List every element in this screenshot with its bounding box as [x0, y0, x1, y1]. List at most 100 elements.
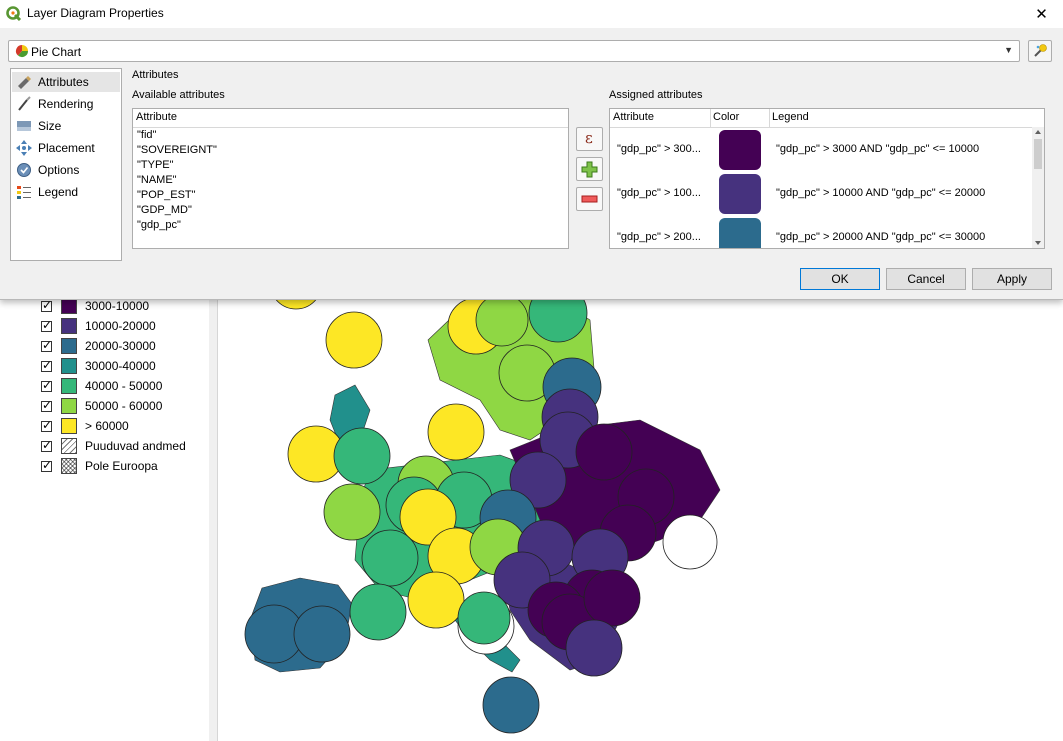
- column-divider: [769, 109, 770, 127]
- legend-checkbox[interactable]: [41, 298, 52, 312]
- column-divider: [710, 109, 711, 127]
- legend-checkbox[interactable]: [41, 378, 52, 392]
- table-row[interactable]: "gdp_pc" > 100... "gdp_pc" > 10000 AND "…: [610, 172, 1032, 216]
- expression-button[interactable]: ε: [576, 127, 603, 151]
- legend-swatch: [61, 338, 77, 354]
- list-item[interactable]: "GDP_MD": [137, 204, 192, 216]
- legend-checkbox[interactable]: [41, 418, 52, 432]
- legend-label: > 60000: [85, 419, 129, 433]
- attribute-expression[interactable]: "gdp_pc" > 100...: [617, 187, 701, 199]
- minus-icon: [581, 195, 598, 203]
- legend-item[interactable]: 20000-30000: [41, 337, 156, 355]
- brush-icon: [18, 96, 31, 111]
- legend-item[interactable]: Puuduvad andmed: [41, 437, 186, 455]
- legend-text[interactable]: "gdp_pc" > 10000 AND "gdp_pc" <= 20000: [776, 187, 985, 199]
- legend-label: 3000-10000: [85, 299, 150, 313]
- add-attribute-button[interactable]: [576, 157, 603, 181]
- legend-item[interactable]: 50000 - 60000: [41, 397, 162, 415]
- legend-label: Puuduvad andmed: [85, 439, 186, 453]
- legend-item[interactable]: > 60000: [41, 417, 129, 435]
- cancel-button[interactable]: Cancel: [886, 268, 966, 290]
- list-item[interactable]: "NAME": [137, 174, 177, 186]
- legend-label: 20000-30000: [85, 339, 156, 353]
- assigned-attributes-table[interactable]: Attribute Color Legend "gdp_pc" > 300...…: [609, 108, 1045, 249]
- placement-icon: [16, 140, 32, 156]
- list-item[interactable]: "SOVEREIGNT": [137, 144, 217, 156]
- section-label: Size: [38, 119, 62, 133]
- legend-checkbox[interactable]: [41, 438, 52, 452]
- assigned-table-scrollbar[interactable]: [1032, 127, 1044, 248]
- section-legend[interactable]: Legend: [12, 182, 120, 202]
- table-row[interactable]: "gdp_pc" > 200... "gdp_pc" > 20000 AND "…: [610, 216, 1032, 248]
- diagram-type-value: Pie Chart: [31, 45, 82, 59]
- pie-chart-icon: [15, 44, 29, 58]
- list-item[interactable]: "TYPE": [137, 159, 174, 171]
- legend-swatch: [61, 298, 77, 314]
- available-attributes-label: Available attributes: [132, 89, 225, 101]
- section-attributes[interactable]: Attributes: [12, 72, 120, 92]
- section-size[interactable]: Size: [12, 116, 120, 136]
- section-rendering[interactable]: Rendering: [12, 94, 120, 114]
- list-item[interactable]: "gdp_pc": [137, 219, 181, 231]
- remove-attribute-button[interactable]: [576, 187, 603, 211]
- color-swatch[interactable]: [719, 218, 761, 248]
- close-button[interactable]: ✕: [1020, 0, 1063, 28]
- dialog-titlebar[interactable]: Layer Diagram Properties ✕: [0, 0, 1063, 28]
- apply-button[interactable]: Apply: [972, 268, 1052, 290]
- legend-checkbox[interactable]: [41, 458, 52, 472]
- legend-swatch: [61, 418, 77, 434]
- section-label: Rendering: [38, 97, 94, 111]
- settings-section-list[interactable]: Attributes Rendering Size Placement Opti…: [10, 68, 122, 261]
- ok-button[interactable]: OK: [800, 268, 880, 290]
- table-header: Attribute Color Legend: [610, 109, 1044, 128]
- attribute-expression[interactable]: "gdp_pc" > 200...: [617, 231, 701, 243]
- scrollbar-graphic: [1034, 130, 1042, 245]
- style-help-button[interactable]: [1028, 40, 1052, 62]
- list-item[interactable]: "fid": [137, 129, 156, 141]
- legend-text[interactable]: "gdp_pc" > 20000 AND "gdp_pc" <= 30000: [776, 231, 985, 243]
- legend-swatch: [61, 378, 77, 394]
- section-label: Attributes: [38, 75, 89, 89]
- scroll-thumb: [1034, 139, 1042, 169]
- diagram-type-select[interactable]: Pie Chart ▼: [8, 40, 1020, 62]
- assigned-attributes-label: Assigned attributes: [609, 89, 703, 101]
- color-swatch[interactable]: [719, 130, 761, 170]
- column-header-color[interactable]: Color: [713, 111, 739, 123]
- legend-checkbox[interactable]: [41, 338, 52, 352]
- section-label: Options: [38, 163, 80, 177]
- table-row[interactable]: "gdp_pc" > 300... "gdp_pc" > 3000 AND "g…: [610, 128, 1032, 172]
- available-attributes-header[interactable]: Attribute: [133, 109, 568, 128]
- legend-label: 40000 - 50000: [85, 379, 163, 393]
- options-icon: [17, 163, 31, 177]
- legend-checkbox[interactable]: [41, 318, 52, 332]
- scroll-up-arrow-icon: [1035, 130, 1041, 134]
- attribute-expression[interactable]: "gdp_pc" > 300...: [617, 143, 701, 155]
- wand-icon: [1034, 44, 1047, 57]
- legend-item[interactable]: Pole Euroopa: [41, 457, 158, 475]
- section-options[interactable]: Options: [12, 160, 120, 180]
- layer-diagram-properties-dialog: Layer Diagram Properties ✕ Pie Chart ▼ A…: [0, 0, 1063, 300]
- color-swatch[interactable]: [719, 174, 761, 214]
- scroll-down-arrow-icon: [1035, 241, 1041, 245]
- legend-swatch: [61, 398, 77, 414]
- legend-icon: [17, 186, 31, 199]
- legend-item[interactable]: 40000 - 50000: [41, 377, 162, 395]
- section-placement[interactable]: Placement: [12, 138, 120, 158]
- legend-item[interactable]: 10000-20000: [41, 317, 156, 335]
- column-header-legend[interactable]: Legend: [772, 111, 809, 123]
- legend-checkbox[interactable]: [41, 358, 52, 372]
- legend-swatch-crosshatched: [61, 458, 77, 474]
- size-icon: [17, 121, 31, 131]
- plus-icon: [581, 161, 598, 178]
- list-item[interactable]: "POP_EST": [137, 189, 196, 201]
- legend-item[interactable]: 30000-40000: [41, 357, 156, 375]
- dialog-title: Layer Diagram Properties: [27, 6, 164, 20]
- chevron-down-icon: ▼: [1004, 45, 1013, 55]
- legend-swatch: [61, 358, 77, 374]
- legend-text[interactable]: "gdp_pc" > 3000 AND "gdp_pc" <= 10000: [776, 143, 979, 155]
- column-header-attribute[interactable]: Attribute: [613, 111, 654, 123]
- legend-checkbox[interactable]: [41, 398, 52, 412]
- legend-label: 10000-20000: [85, 319, 156, 333]
- available-attributes-list[interactable]: Attribute "fid" "SOVEREIGNT" "TYPE" "NAM…: [132, 108, 569, 249]
- legend-label: 50000 - 60000: [85, 399, 163, 413]
